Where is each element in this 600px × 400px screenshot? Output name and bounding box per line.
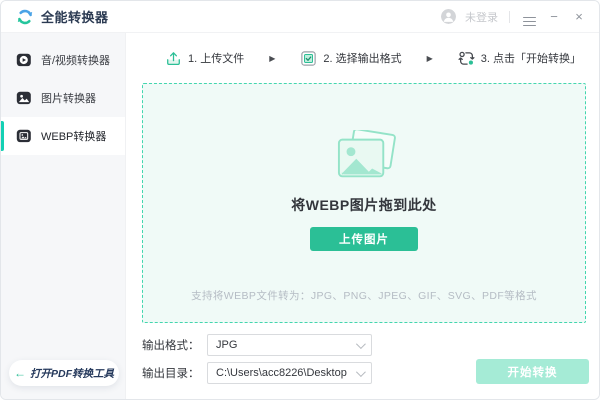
app-logo: 全能转换器 (16, 7, 109, 26)
output-directory-label: 输出目录： (142, 365, 202, 381)
chevron-down-icon (356, 339, 366, 349)
step-arrow-icon: ▶ (427, 54, 433, 63)
menu-icon[interactable] (521, 7, 537, 26)
sidebar-item-label: 图片转换器 (41, 90, 96, 106)
format-check-icon (300, 50, 317, 67)
chevron-down-icon (356, 367, 366, 377)
supported-formats-text: 支持将WEBP文件转为：JPG、PNG、JPEG、GIF、SVG、PDF等格式 (191, 288, 537, 303)
dropzone-title: 将WEBP图片拖到此处 (291, 195, 437, 215)
upload-icon (165, 50, 182, 67)
step-label: 2. 选择输出格式 (323, 50, 401, 66)
pdf-tool-label: 打开PDF转换工具 (30, 366, 114, 381)
step-choose-format: 2. 选择输出格式 (300, 50, 401, 67)
steps-bar: 1. 上传文件 ▶ 2. 选择输出格式 ▶ (165, 46, 581, 70)
image-converter-icon (16, 90, 32, 106)
step-start-convert: 3. 点击「开始转换」 (458, 50, 581, 67)
output-format-row: 输出格式： JPG (142, 334, 372, 356)
login-status[interactable]: 未登录 (465, 9, 498, 25)
upload-image-button[interactable]: 上传图片 (310, 227, 418, 251)
start-convert-button[interactable]: 开始转换 (476, 359, 589, 384)
main-content: 1. 上传文件 ▶ 2. 选择输出格式 ▶ (127, 33, 599, 399)
sidebar-item-webp-converter[interactable]: WEBP转换器 (1, 117, 125, 155)
sidebar-item-label: 音/视频转换器 (41, 52, 110, 68)
sidebar: 音/视频转换器 图片转换器 WEBP转换器 ← 打开PDF转换工具 (1, 33, 126, 399)
output-directory-row: 输出目录： C:\Users\acc8226\Desktop (142, 362, 372, 384)
video-converter-icon (16, 52, 32, 68)
sidebar-item-image-converter[interactable]: 图片转换器 (1, 79, 125, 117)
sidebar-item-audio-video-converter[interactable]: 音/视频转换器 (1, 41, 125, 79)
sidebar-item-label: WEBP转换器 (41, 128, 106, 144)
output-format-select[interactable]: JPG (207, 334, 372, 356)
user-avatar[interactable] (441, 9, 456, 24)
output-directory-select[interactable]: C:\Users\acc8226\Desktop (207, 362, 372, 384)
titlebar-divider (509, 11, 510, 23)
convert-icon (458, 50, 475, 67)
webp-dropzone[interactable]: 将WEBP图片拖到此处 上传图片 支持将WEBP文件转为：JPG、PNG、JPE… (142, 83, 586, 323)
step-label: 3. 点击「开始转换」 (481, 50, 581, 66)
photo-stack-icon (327, 130, 401, 184)
output-format-value: JPG (216, 339, 237, 351)
app-window: 全能转换器 未登录 − × 音/视频转换器 (0, 0, 600, 400)
webp-converter-icon (16, 128, 32, 144)
step-label: 1. 上传文件 (188, 50, 244, 66)
step-upload: 1. 上传文件 (165, 50, 244, 67)
app-title: 全能转换器 (41, 7, 109, 26)
output-directory-value: C:\Users\acc8226\Desktop (216, 367, 347, 379)
close-icon[interactable]: × (571, 10, 587, 23)
step-arrow-icon: ▶ (269, 54, 275, 63)
titlebar: 全能转换器 未登录 − × (1, 1, 599, 33)
open-pdf-tool-button[interactable]: ← 打开PDF转换工具 (9, 360, 119, 386)
left-arrow-icon: ← (14, 366, 26, 380)
minimize-icon[interactable]: − (546, 10, 562, 23)
sync-logo-icon (16, 8, 34, 26)
output-format-label: 输出格式： (142, 337, 202, 353)
titlebar-right: 未登录 − × (441, 7, 587, 26)
